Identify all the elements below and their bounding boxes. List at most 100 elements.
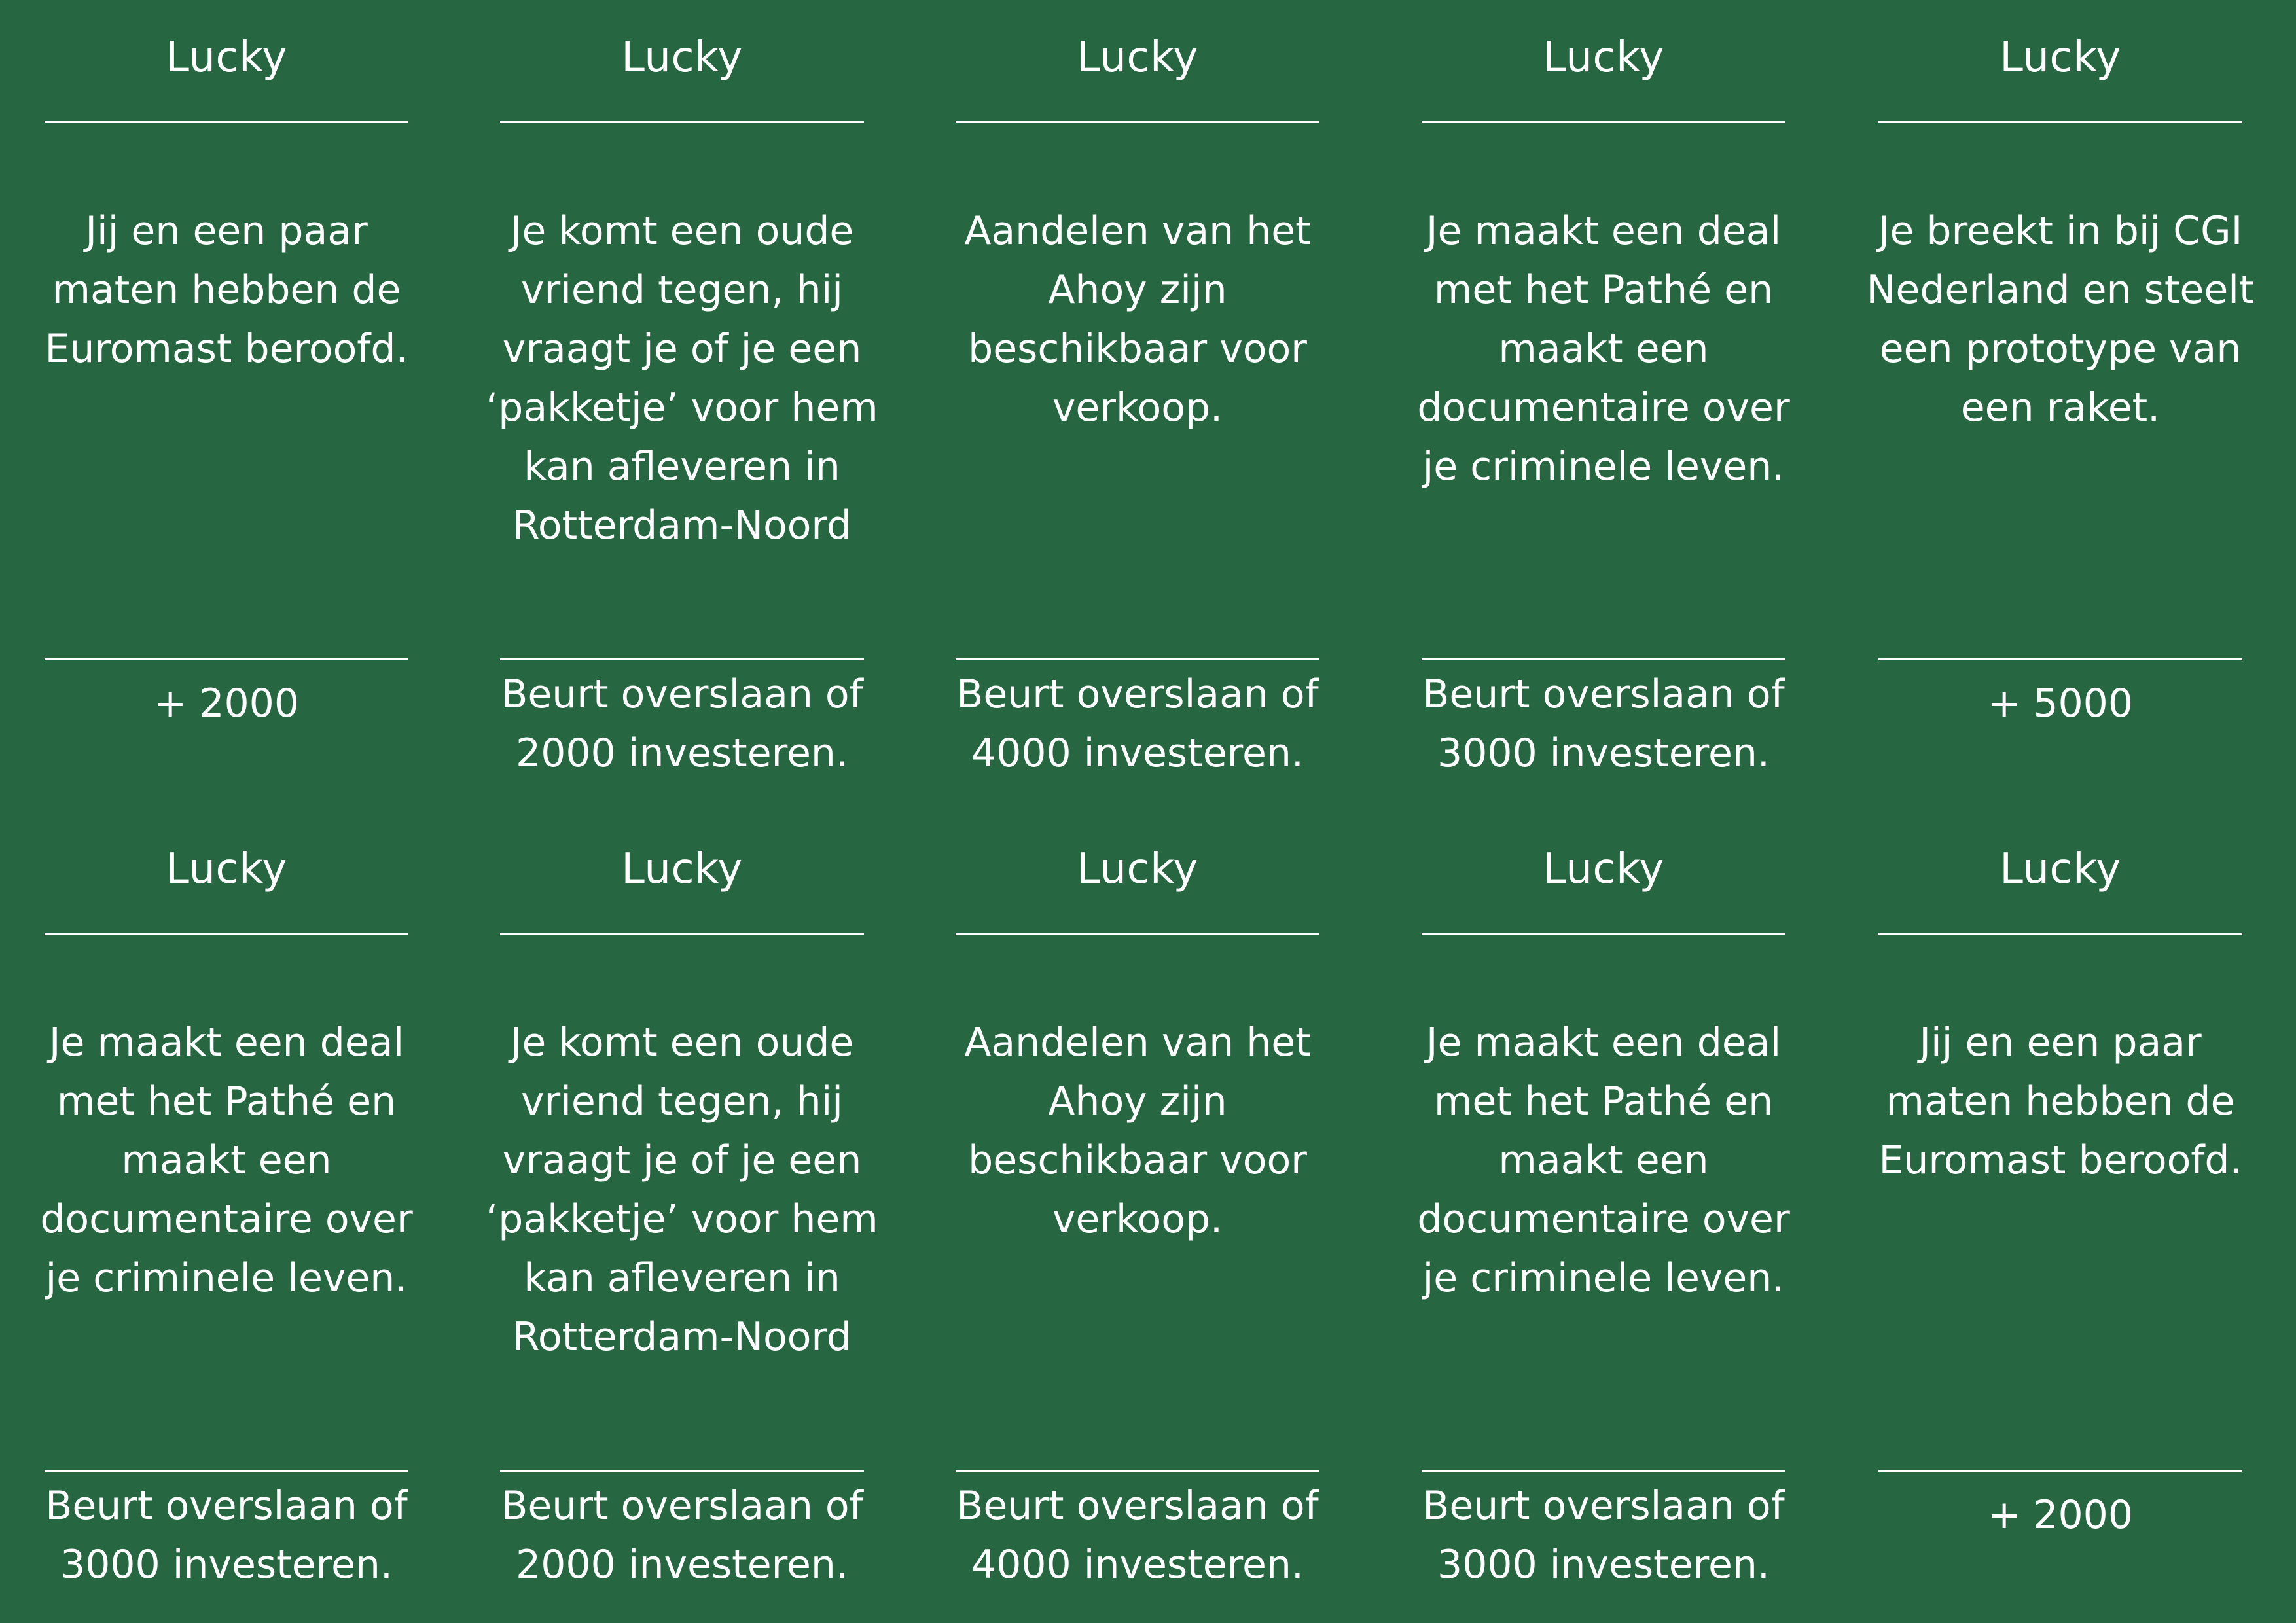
card-divider-top (956, 121, 1319, 123)
card-body-line: Je breekt in bij CGI (1878, 208, 2243, 254)
card-divider-top (1422, 121, 1785, 123)
card-divider-top (500, 933, 864, 935)
card-title: Lucky (166, 845, 287, 893)
card-sheet: Lucky Jij en een paar maten hebben de Eu… (0, 0, 2296, 1623)
card-body-line: je criminele leven. (45, 1255, 408, 1301)
card-body-line: een prototype van (1879, 326, 2242, 372)
card-body-line: Euromast beroofd. (45, 326, 408, 372)
lucky-card: Lucky Je komt een oude vriend tegen, hij… (486, 0, 878, 812)
card-body-line: Aandelen van het (964, 1020, 1311, 1065)
lucky-card: Lucky Aandelen van het Ahoy zijn beschik… (941, 812, 1334, 1623)
card-body: Je maakt een deal met het Pathé en maakt… (1407, 1013, 1800, 1308)
card-footer-line: Beurt overslaan of (501, 1483, 863, 1529)
card-divider-bottom (956, 658, 1319, 660)
card-body-line: maakt een (1498, 326, 1709, 372)
card-body-line: een raket. (1960, 385, 2161, 431)
card-body-line: Jij en een paar (85, 208, 368, 254)
card-body-line: beschikbaar voor (968, 326, 1307, 372)
card-title: Lucky (621, 33, 743, 82)
lucky-card: Lucky Je breekt in bij CGI Nederland en … (1864, 0, 2257, 812)
card-body-line: Je maakt een deal (1426, 1020, 1782, 1065)
card-footer: + 2000 (1864, 1486, 2257, 1544)
card-body-line: documentaire over (1417, 1196, 1790, 1242)
card-divider-top (1422, 933, 1785, 935)
card-body-line: Je maakt een deal (1426, 208, 1782, 254)
card-body-line: ‘pakketje’ voor hem (486, 385, 878, 431)
card-body-line: Aandelen van het (964, 208, 1311, 254)
card-body-line: verkoop. (1052, 385, 1223, 431)
card-footer: + 2000 (30, 674, 423, 733)
card-footer-line: + 5000 (1987, 681, 2134, 726)
card-footer-line: + 2000 (153, 681, 300, 726)
lucky-card: Lucky Jij en een paar maten hebben de Eu… (30, 0, 423, 812)
card-divider-top (1878, 933, 2242, 935)
card-title: Lucky (2000, 33, 2121, 82)
card-footer-line: 3000 investeren. (60, 1542, 393, 1588)
card-body-line: Rotterdam-Noord (512, 503, 852, 548)
card-body-line: maten hebben de (52, 267, 401, 313)
card-body: Je maakt een deal met het Pathé en maakt… (1407, 202, 1800, 496)
card-body: Jij en een paar maten hebben de Euromast… (1864, 1013, 2257, 1190)
card-footer: Beurt overslaan of 4000 investeren. (941, 665, 1334, 783)
card-body-line: Nederland en steelt (1866, 267, 2255, 313)
card-body-line: maakt een (1498, 1137, 1709, 1183)
card-body-line: documentaire over (1417, 385, 1790, 431)
card-body-line: Ahoy zijn (1048, 1079, 1227, 1124)
card-body-line: met het Pathé en (1433, 267, 1774, 313)
card-body: Aandelen van het Ahoy zijn beschikbaar v… (941, 1013, 1334, 1249)
card-footer: Beurt overslaan of 3000 investeren. (30, 1476, 423, 1594)
card-body-line: Rotterdam-Noord (512, 1314, 852, 1360)
card-footer: Beurt overslaan of 2000 investeren. (486, 665, 878, 783)
card-footer-line: 4000 investeren. (971, 730, 1304, 776)
card-body-line: kan afleveren in (524, 1255, 840, 1301)
card-footer-line: 4000 investeren. (971, 1542, 1304, 1588)
lucky-card: Lucky Je maakt een deal met het Pathé en… (1407, 0, 1800, 812)
card-body: Jij en een paar maten hebben de Euromast… (30, 202, 423, 378)
card-footer-line: Beurt overslaan of (501, 671, 863, 717)
card-divider-top (45, 121, 408, 123)
lucky-card: Lucky Jij en een paar maten hebben de Eu… (1864, 812, 2257, 1623)
card-title: Lucky (166, 33, 287, 82)
card-title: Lucky (2000, 845, 2121, 893)
card-footer: Beurt overslaan of 3000 investeren. (1407, 1476, 1800, 1594)
card-body-line: Je maakt een deal (48, 1020, 404, 1065)
card-footer-line: Beurt overslaan of (45, 1483, 408, 1529)
card-footer-line: Beurt overslaan of (1422, 1483, 1785, 1529)
card-title: Lucky (1077, 845, 1198, 893)
card-body-line: kan afleveren in (524, 444, 840, 490)
card-body-line: je criminele leven. (1422, 1255, 1785, 1301)
card-divider-bottom (1422, 658, 1785, 660)
card-body-line: je criminele leven. (1422, 444, 1785, 490)
card-footer: Beurt overslaan of 4000 investeren. (941, 1476, 1334, 1594)
card-body: Je komt een oude vriend tegen, hij vraag… (486, 1013, 878, 1366)
card-divider-bottom (45, 1470, 408, 1472)
card-footer-line: 3000 investeren. (1437, 1542, 1770, 1588)
card-title: Lucky (1077, 33, 1198, 82)
card-body-line: met het Pathé en (56, 1079, 397, 1124)
card-footer: + 5000 (1864, 674, 2257, 733)
card-divider-bottom (956, 1470, 1319, 1472)
card-body-line: maten hebben de (1886, 1079, 2235, 1124)
card-title: Lucky (1543, 845, 1664, 893)
lucky-card: Lucky Je komt een oude vriend tegen, hij… (486, 812, 878, 1623)
card-footer-line: 2000 investeren. (516, 1542, 848, 1588)
card-body: Je breekt in bij CGI Nederland en steelt… (1864, 202, 2257, 437)
card-body-line: vraagt je of je een (502, 326, 862, 372)
card-divider-top (500, 121, 864, 123)
card-divider-bottom (1422, 1470, 1785, 1472)
card-body-line: vriend tegen, hij (521, 267, 843, 313)
card-divider-top (1878, 121, 2242, 123)
card-body-line: met het Pathé en (1433, 1079, 1774, 1124)
card-body-line: Jij en een paar (1919, 1020, 2202, 1065)
card-footer-line: 3000 investeren. (1437, 730, 1770, 776)
card-divider-top (45, 933, 408, 935)
card-footer-line: + 2000 (1987, 1492, 2134, 1538)
card-footer: Beurt overslaan of 3000 investeren. (1407, 665, 1800, 783)
lucky-card: Lucky Je maakt een deal met het Pathé en… (30, 812, 423, 1623)
card-divider-bottom (1878, 658, 2242, 660)
card-divider-top (956, 933, 1319, 935)
card-body-line: vriend tegen, hij (521, 1079, 843, 1124)
card-body-line: Je komt een oude (510, 208, 854, 254)
card-body-line: Euromast beroofd. (1878, 1137, 2242, 1183)
card-divider-bottom (45, 658, 408, 660)
